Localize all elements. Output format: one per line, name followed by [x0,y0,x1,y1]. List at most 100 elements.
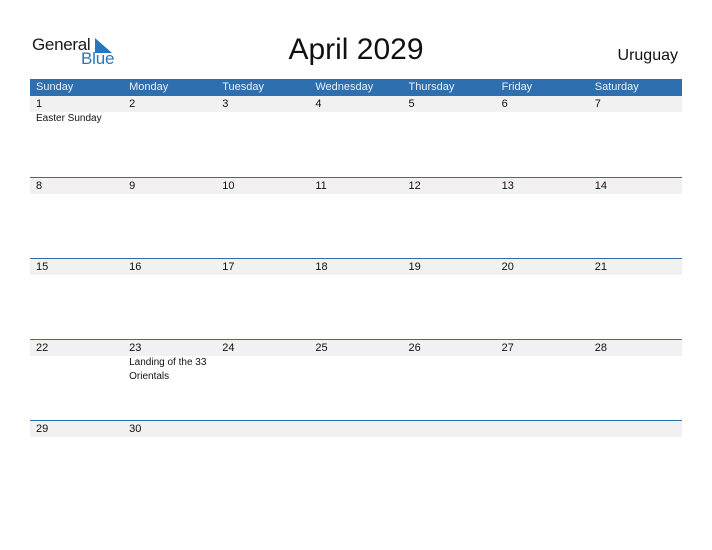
week-row: 8 9 10 11 12 13 14 [30,177,682,258]
day-cell: 6 [496,96,589,112]
weekday-sunday: Sunday [36,81,74,93]
day-number: 1 [36,98,43,110]
day-number: 26 [408,342,421,354]
day-number: 24 [222,342,235,354]
holiday-event [496,356,589,384]
day-number: 13 [501,180,514,192]
weekday-saturday: Saturday [594,81,639,93]
day-number: 30 [129,423,142,435]
day-cell: 29 [30,421,123,437]
day-cell: 25 [309,340,402,356]
day-number: 11 [315,180,327,192]
day-cell: 15 [30,259,123,275]
day-cell: 4 [309,96,402,112]
day-cell: 30 [123,421,216,437]
day-number: 16 [129,261,142,273]
day-cell: 8 [30,178,123,194]
holiday-event [403,356,496,384]
page-title: April 2029 [288,33,424,66]
day-number: 6 [501,98,508,110]
week-row: 29 30 [30,420,682,501]
day-cell: 14 [589,178,682,194]
day-number: 15 [36,261,49,273]
weekday-wednesday: Wednesday [315,81,374,93]
day-cell: 27 [496,340,589,356]
day-cell: 9 [123,178,216,194]
day-cell: 16 [123,259,216,275]
day-number: 7 [594,98,601,110]
day-cell: 23 [123,340,216,356]
day-number: 25 [315,342,328,354]
day-number: 2 [129,98,136,110]
weekday-thursday: Thursday [408,81,455,93]
day-number: 27 [501,342,514,354]
weekday-tuesday: Tuesday [222,81,265,93]
day-cell: 7 [589,96,682,112]
holiday-event [216,112,309,126]
day-cell: 1 [30,96,123,112]
holiday-event: Landing of the 33 Orientals [129,357,207,382]
date-strip: 29 30 [30,420,682,437]
week-row: 15 16 17 18 19 20 21 [30,258,682,339]
date-strip: 15 16 17 18 19 20 21 [30,258,682,275]
week-row: 1 2 3 4 5 6 7 Easter Sunday [30,96,682,177]
weekday-monday: Monday [129,81,169,93]
day-number: 28 [594,342,607,354]
day-number: 8 [36,180,43,192]
day-cell [403,421,496,437]
day-number: 4 [315,98,322,110]
date-strip: 1 2 3 4 5 6 7 [30,96,682,112]
day-number: 5 [408,98,415,110]
day-number: 12 [408,180,421,192]
day-cell: 12 [403,178,496,194]
holiday-event [123,112,216,126]
day-cell: 11 [309,178,402,194]
day-number: 18 [315,261,328,273]
date-strip: 8 9 10 11 12 13 14 [30,177,682,194]
day-number: 23 [129,342,142,354]
events-row: Landing of the 33 Orientals [30,356,682,384]
holiday-event [496,112,589,126]
day-number: 22 [36,342,49,354]
holiday-event: Easter Sunday [36,113,102,124]
day-cell: 20 [496,259,589,275]
day-cell: 5 [403,96,496,112]
holiday-event [309,356,402,384]
holiday-event [30,356,123,384]
date-strip: 22 23 24 25 26 27 28 [30,339,682,356]
day-cell: 19 [403,259,496,275]
holiday-event [403,112,496,126]
day-cell: 17 [216,259,309,275]
weekday-header: Sunday Monday Tuesday Wednesday Thursday… [30,79,682,96]
day-cell: 22 [30,340,123,356]
day-cell: 21 [589,259,682,275]
day-cell [589,421,682,437]
day-cell: 13 [496,178,589,194]
day-number: 3 [222,98,229,110]
events-row: Easter Sunday [30,112,682,126]
day-cell: 3 [216,96,309,112]
weekday-friday: Friday [501,81,533,93]
day-number: 21 [594,261,607,273]
day-cell: 10 [216,178,309,194]
day-cell: 26 [403,340,496,356]
holiday-event [589,112,682,126]
country-label: Uruguay [617,47,678,64]
day-cell: 24 [216,340,309,356]
day-number: 19 [408,261,421,273]
day-cell: 2 [123,96,216,112]
day-cell [496,421,589,437]
day-cell [309,421,402,437]
day-cell: 28 [589,340,682,356]
week-row: 22 23 24 25 26 27 28 Landing of the 33 Oriental… [30,339,682,420]
holiday-event [216,356,309,384]
day-number: 9 [129,180,136,192]
calendar-grid: Sunday Monday Tuesday Wednesday Thursday… [30,79,682,501]
day-number: 10 [222,180,235,192]
holiday-event [309,112,402,126]
day-number: 20 [501,261,514,273]
day-cell [216,421,309,437]
day-number: 29 [36,423,49,435]
day-number: 17 [222,261,235,273]
day-cell: 18 [309,259,402,275]
